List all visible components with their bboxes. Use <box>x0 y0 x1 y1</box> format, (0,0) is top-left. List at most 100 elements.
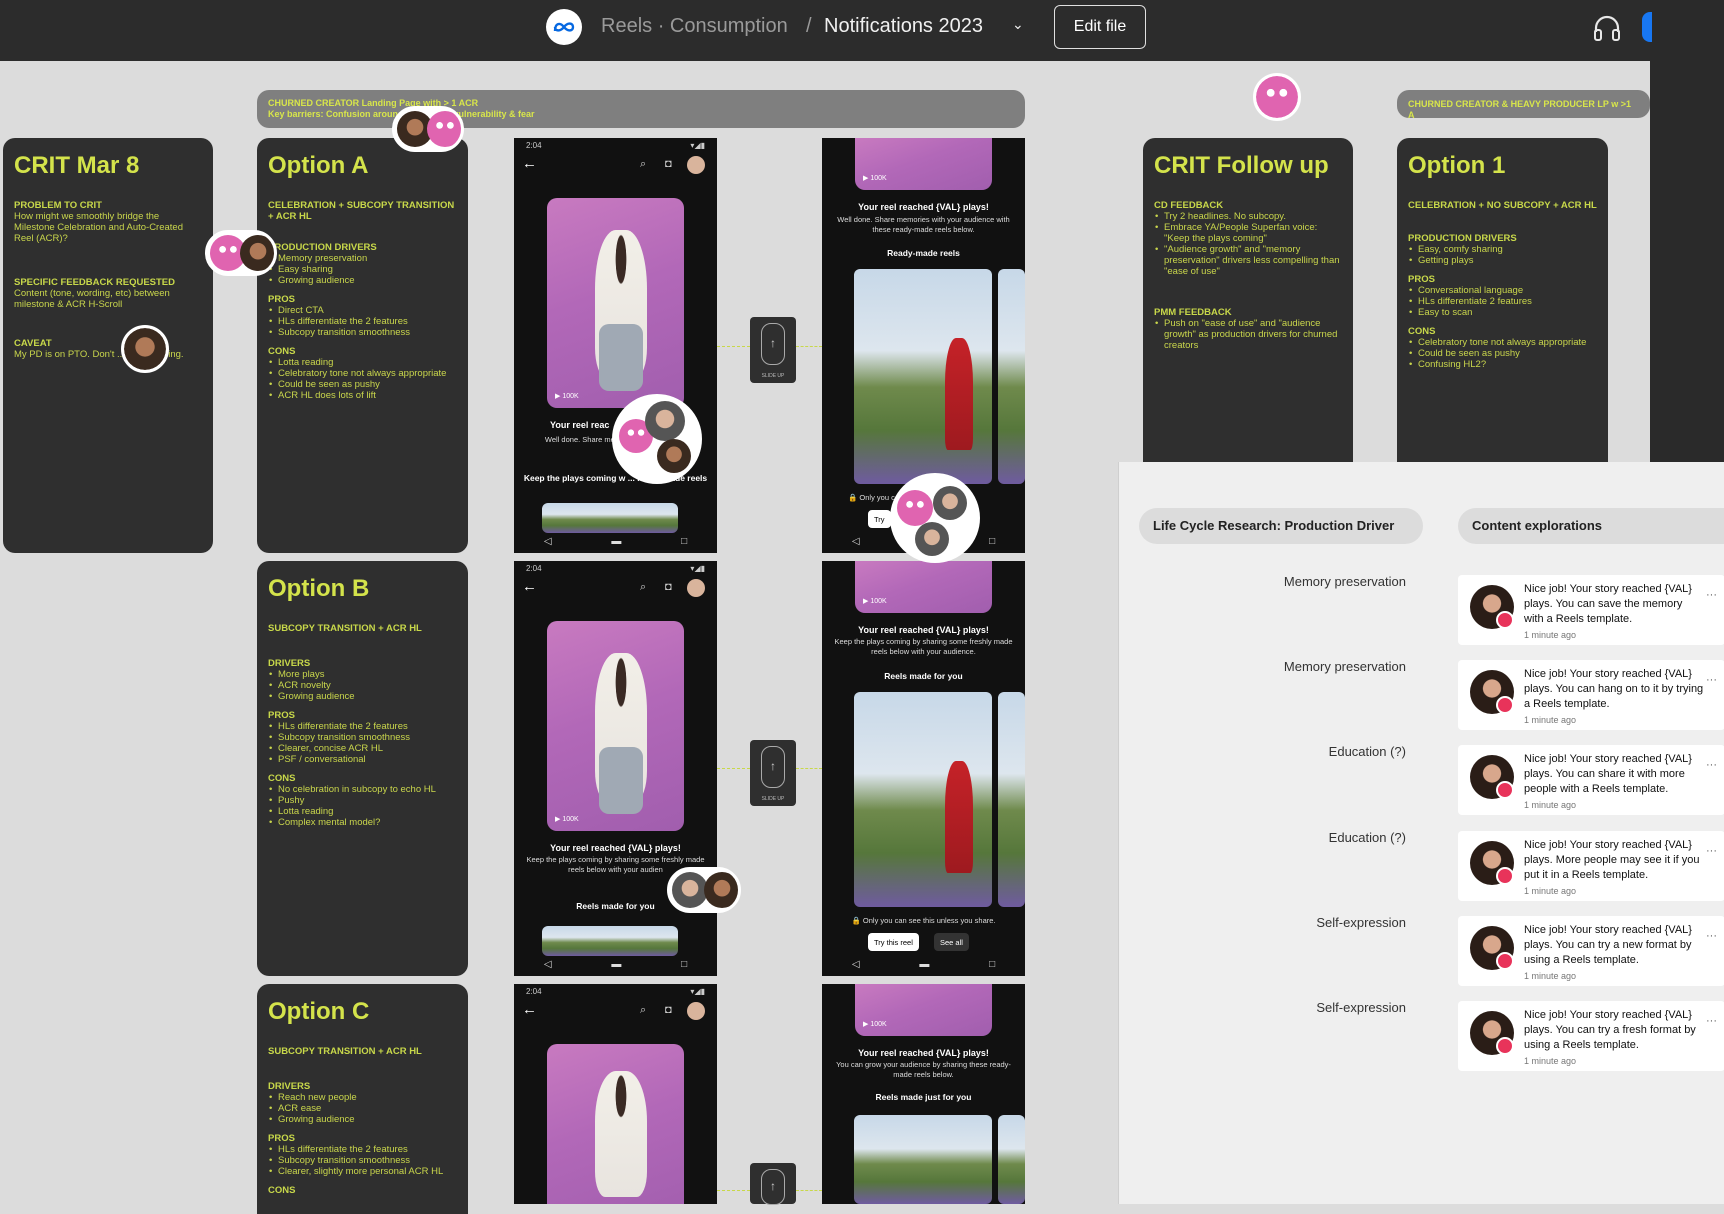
see-all-button[interactable]: See all <box>934 933 969 951</box>
driver-label: Memory preservation <box>1283 574 1406 589</box>
reel-headline: Your reel reached {VAL} plays! <box>858 625 989 635</box>
nav-recent-icon[interactable]: □ <box>989 959 995 970</box>
nav-recent-icon[interactable]: □ <box>681 536 687 547</box>
back-arrow-icon[interactable]: ← <box>522 155 537 172</box>
notification-preview[interactable]: Nice job! Your story reached {VAL} plays… <box>1458 745 1724 815</box>
signal-icon: ▾◢▮ <box>690 987 705 996</box>
collaborator-avatars[interactable] <box>205 230 277 276</box>
banner-churned-creator: CHURNED CREATOR Landing Page with > 1 AC… <box>257 90 1025 128</box>
reel-thumbnail-next[interactable] <box>998 269 1025 484</box>
nav-home-icon[interactable]: ▬ <box>611 536 621 547</box>
phone-mock-a-left: 2:04 ▾◢▮ ← ⌕ ◘ ▶ 100K Your reel reac Well… <box>514 138 717 553</box>
video-thumbnail[interactable]: ▶ 100K <box>855 138 992 190</box>
file-name[interactable]: Notifications 2023 <box>824 15 983 38</box>
notification-preview[interactable]: Nice job! Your story reached {VAL} plays… <box>1458 831 1724 901</box>
list-item: Clearer, slightly more personal ACR HL <box>268 1166 457 1177</box>
notification-preview[interactable]: Nice job! Your story reached {VAL} plays… <box>1458 916 1724 986</box>
try-reel-button[interactable]: Try this reel <box>868 933 919 951</box>
search-icon[interactable]: ⌕ <box>640 581 646 594</box>
try-reel-button[interactable]: Try <box>868 510 891 528</box>
nav-back-icon[interactable]: ◁ <box>852 536 860 547</box>
notification-preview[interactable]: Nice job! Your story reached {VAL} plays… <box>1458 575 1724 645</box>
list-item: Lotta reading <box>268 806 457 817</box>
more-options-icon[interactable]: ··· <box>1706 674 1717 686</box>
section-heading: PROS <box>1408 274 1435 285</box>
profile-indicator[interactable] <box>1642 12 1652 42</box>
more-options-icon[interactable]: ··· <box>1706 1015 1717 1027</box>
collaborator-avatars-group[interactable] <box>612 394 702 484</box>
banner-line-1: CHURNED CREATOR & HEAVY PRODUCER LP w >1… <box>1408 99 1631 120</box>
notification-text: Nice job! Your story reached {VAL} plays… <box>1524 839 1700 881</box>
reel-thumbnail[interactable] <box>854 1115 992 1204</box>
android-nav-bar: ◁ ▬ □ <box>514 529 717 553</box>
driver-label: Education (?) <box>1328 830 1406 845</box>
nav-back-icon[interactable]: ◁ <box>544 959 552 970</box>
reels-badge-icon <box>1496 611 1514 629</box>
reel-headline: Your reel reached {VAL} plays! <box>858 1048 989 1058</box>
nav-home-icon[interactable]: ▬ <box>919 959 929 970</box>
search-icon[interactable]: ⌕ <box>640 1004 646 1017</box>
video-thumbnail[interactable]: ▶ 100K <box>855 984 992 1036</box>
more-options-icon[interactable]: ··· <box>1706 845 1717 857</box>
phone-mock-b-right: ▶ 100K Your reel reached {VAL} plays! Ke… <box>822 561 1025 976</box>
video-thumbnail[interactable]: ▶ 100K <box>855 561 992 613</box>
video-thumbnail[interactable]: ▶ 100K <box>547 621 684 831</box>
card-title: CRIT Mar 8 <box>14 152 140 179</box>
camera-icon[interactable]: ◘ <box>665 1004 672 1016</box>
more-options-icon[interactable]: ··· <box>1706 759 1717 771</box>
more-options-icon[interactable]: ··· <box>1706 930 1717 942</box>
edit-file-button[interactable]: Edit file <box>1054 5 1146 49</box>
camera-icon[interactable]: ◘ <box>665 581 672 593</box>
collaborator-face <box>657 439 691 473</box>
notification-text: Nice job! Your story reached {VAL} plays… <box>1524 753 1692 795</box>
notification-preview[interactable]: Nice job! Your story reached {VAL} plays… <box>1458 660 1724 730</box>
nav-recent-icon[interactable]: □ <box>989 536 995 547</box>
chevron-down-icon[interactable]: ⌄ <box>1012 16 1024 33</box>
collaborator-avatars[interactable] <box>392 106 464 152</box>
signal-icon: ▾◢▮ <box>690 141 705 150</box>
back-arrow-icon[interactable]: ← <box>522 578 537 595</box>
slide-up-label: SLIDE UP <box>761 796 785 802</box>
pros-list: Direct CTA HLs differentiate the 2 featu… <box>268 305 457 338</box>
pros-list: HLs differentiate the 2 features Subcopy… <box>268 721 457 765</box>
list-item: Could be seen as pushy <box>1408 348 1597 359</box>
avatar[interactable] <box>687 1002 705 1020</box>
connector-line <box>717 768 750 769</box>
more-options-icon[interactable]: ··· <box>1706 589 1717 601</box>
collaborator-avatar[interactable] <box>121 325 169 373</box>
list-item: Easy sharing <box>268 264 457 275</box>
reel-thumbnail-next[interactable] <box>998 692 1025 907</box>
camera-icon[interactable]: ◘ <box>665 158 672 170</box>
video-thumbnail[interactable]: ▶ 100K <box>547 198 684 408</box>
collaborator-avatar[interactable] <box>1253 73 1301 121</box>
collaborator-face <box>933 486 967 520</box>
section-heading: CONS <box>1408 326 1436 337</box>
section-heading: DRIVERS <box>268 658 311 669</box>
avatar[interactable] <box>687 156 705 174</box>
collaborator-avatars-group[interactable] <box>890 473 980 563</box>
nav-recent-icon[interactable]: □ <box>681 959 687 970</box>
video-thumbnail[interactable] <box>547 1044 684 1204</box>
meta-logo-icon[interactable] <box>546 9 582 45</box>
nav-back-icon[interactable]: ◁ <box>544 536 552 547</box>
list-item: HLs differentiate 2 features <box>1408 296 1597 307</box>
collaborator-avatars[interactable] <box>667 867 741 913</box>
list-item: Subcopy transition smoothness <box>268 327 457 338</box>
back-arrow-icon[interactable]: ← <box>522 1001 537 1018</box>
notification-text: Nice job! Your story reached {VAL} plays… <box>1524 1009 1696 1051</box>
reel-thumbnail-next[interactable] <box>998 1115 1025 1204</box>
collaborator-face <box>672 872 708 908</box>
reel-thumbnail[interactable] <box>854 269 992 484</box>
section-heading: CAVEAT <box>14 338 52 349</box>
breadcrumb-parent[interactable]: Reels · Consumption <box>601 15 788 38</box>
headset-icon[interactable] <box>1592 14 1622 42</box>
avatar[interactable] <box>687 579 705 597</box>
notification-preview[interactable]: Nice job! Your story reached {VAL} plays… <box>1458 1001 1724 1071</box>
nav-home-icon[interactable]: ▬ <box>611 959 621 970</box>
collaborator-face <box>427 111 461 147</box>
reel-thumbnail[interactable] <box>854 692 992 907</box>
top-bar: Reels · Consumption / Notifications 2023… <box>0 0 1650 61</box>
video-subject <box>594 1071 647 1197</box>
search-icon[interactable]: ⌕ <box>640 158 646 171</box>
nav-back-icon[interactable]: ◁ <box>852 959 860 970</box>
